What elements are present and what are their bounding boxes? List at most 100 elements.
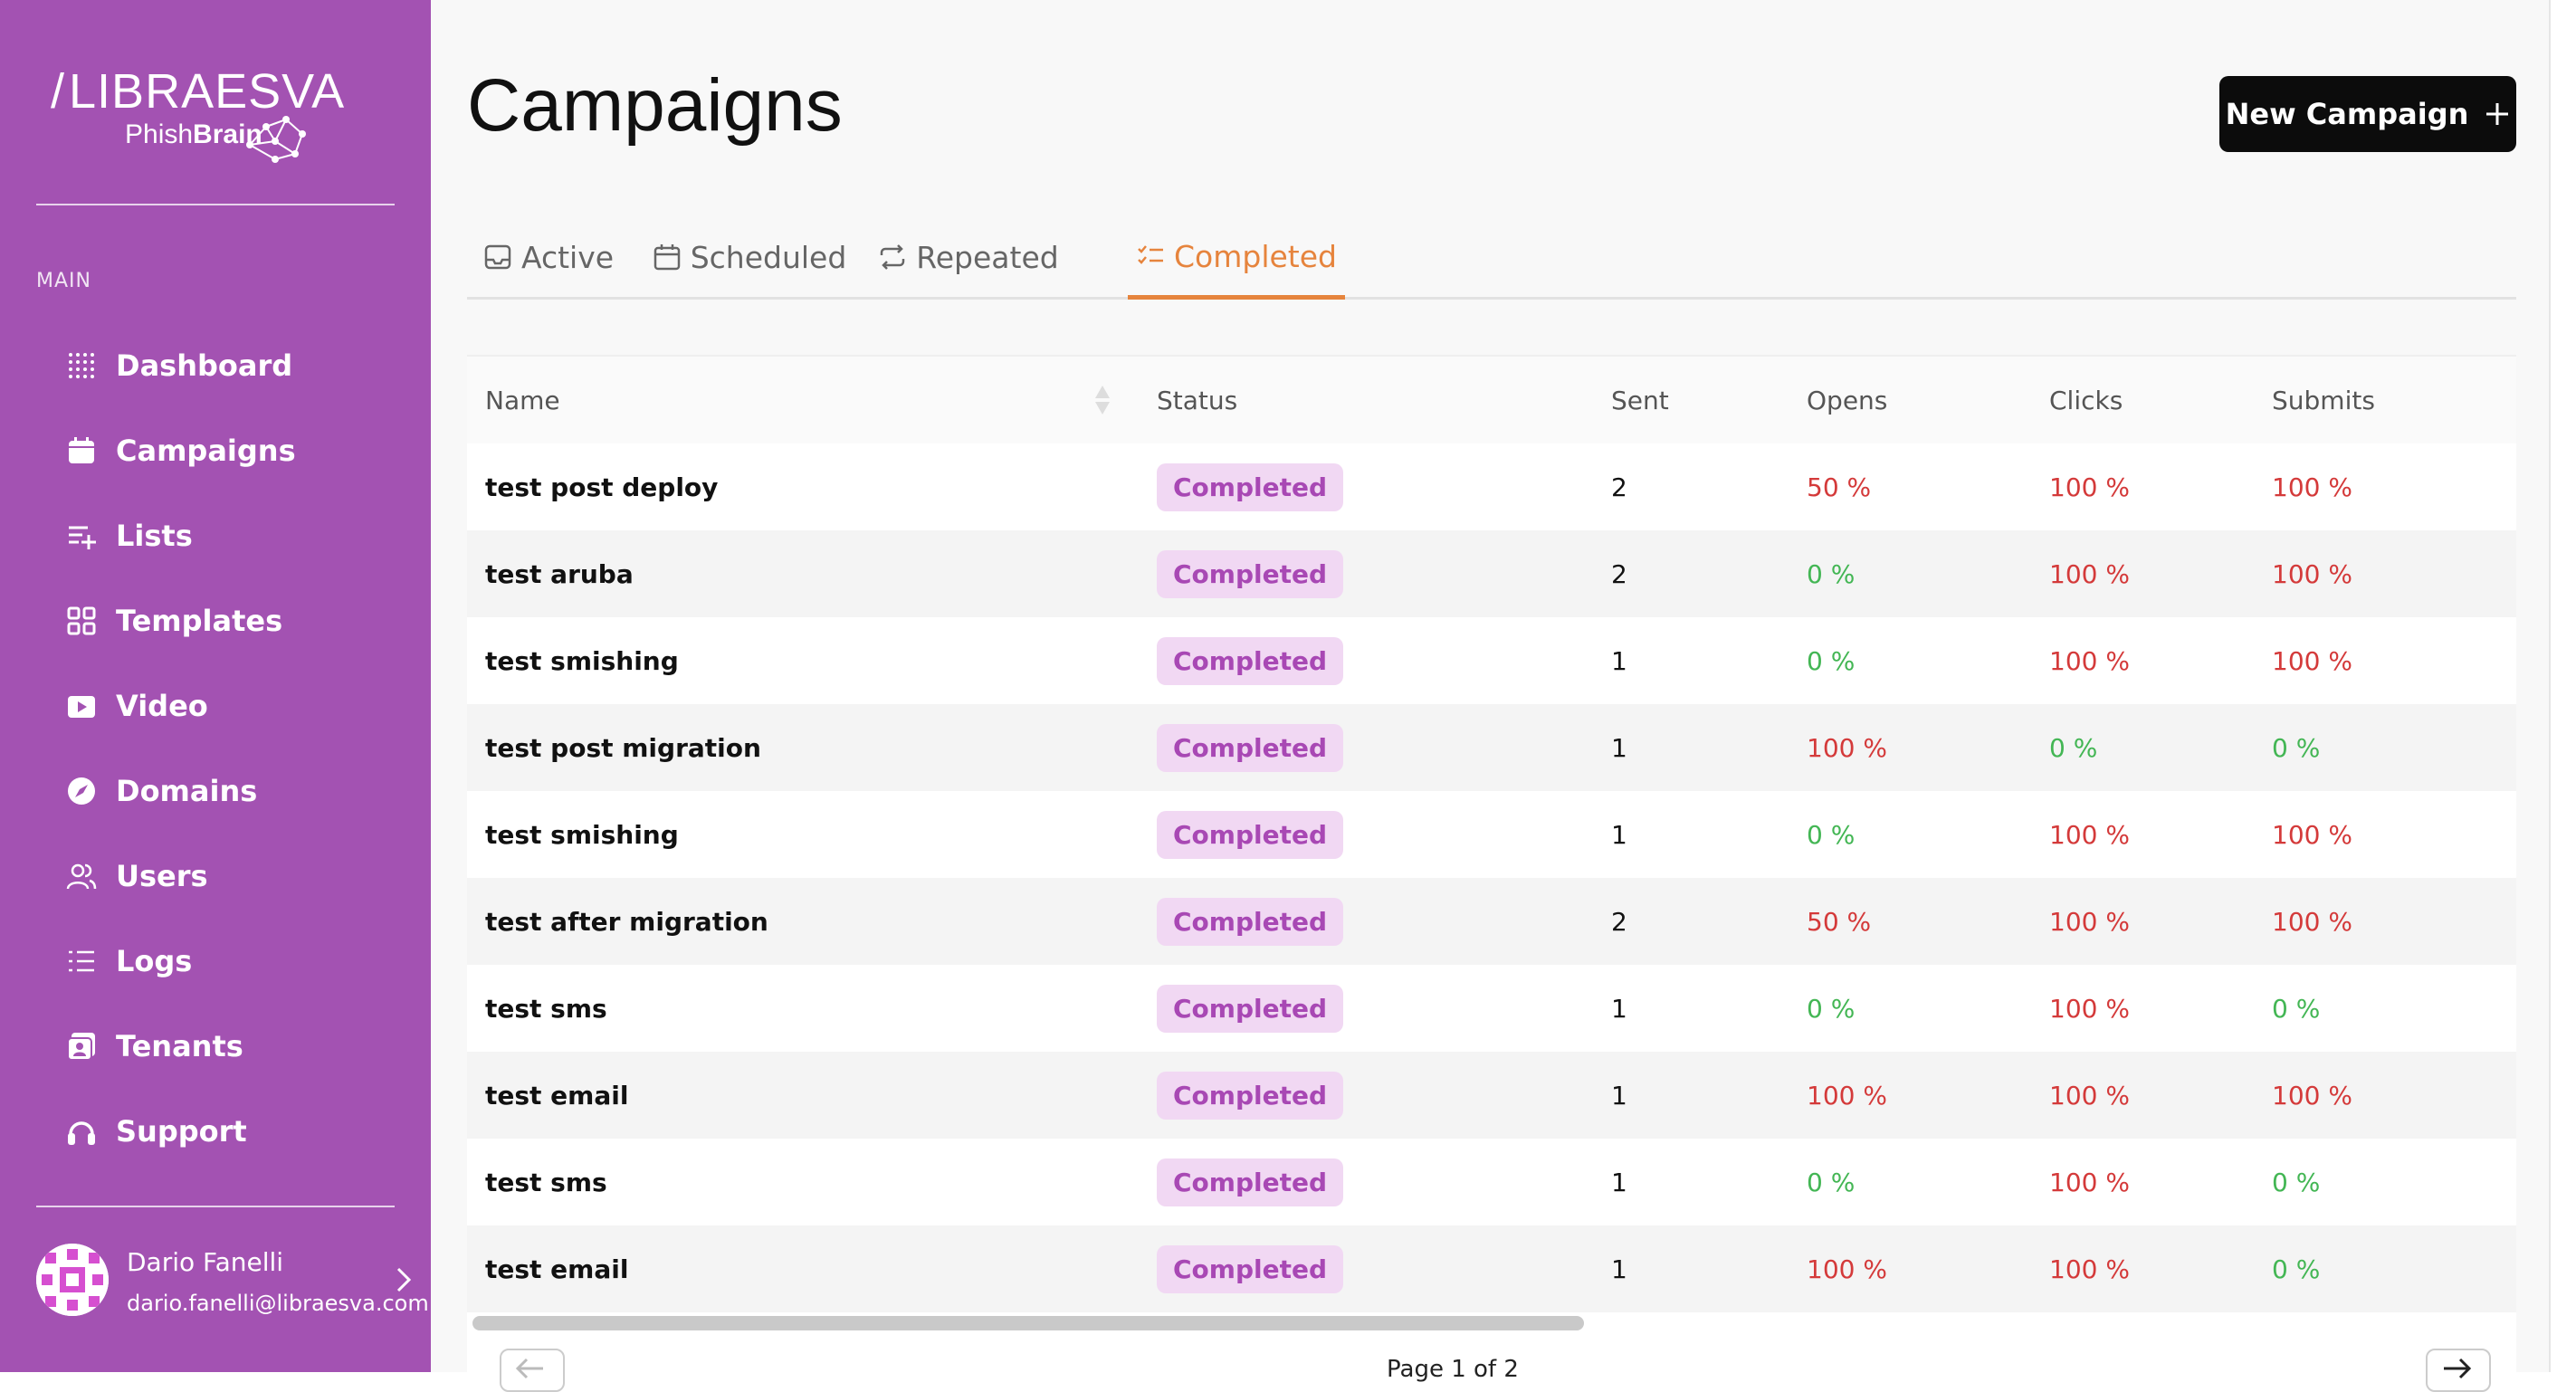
submits-percent: 100 % [2272,1080,2352,1111]
clicks-percent: 100 % [2049,1254,2130,1284]
sidebar-divider-bottom [36,1206,395,1207]
table-row[interactable]: test sms Completed 1 0 % 100 % 0 % [467,965,2516,1052]
table-row[interactable]: test post deploy Completed 2 50 % 100 % … [467,443,2516,530]
window-edge [2549,0,2576,1372]
sidebar-item-label: Logs [116,944,193,978]
list-add-icon [63,518,100,554]
sidebar-item-label: Dashboard [116,348,293,383]
sidebar-item-label: Domains [116,774,258,808]
tab-active[interactable]: Active [467,217,630,297]
campaign-name[interactable]: test smishing [485,617,679,704]
column-header-sent: Sent [1611,385,1669,415]
opens-percent: 50 % [1807,906,1872,937]
campaign-name[interactable]: test sms [485,965,607,1052]
table-row[interactable]: test after migration Completed 2 50 % 10… [467,878,2516,965]
previous-page-button[interactable] [500,1349,565,1392]
arrow-right-icon [2444,1358,2472,1379]
horizontal-scrollbar[interactable] [472,1316,1584,1330]
sent-count: 2 [1611,558,1627,589]
sidebar-item-dashboard[interactable]: Dashboard [63,338,407,393]
submits-percent: 100 % [2272,645,2352,676]
sidebar-item-tenants[interactable]: Tenants [63,1019,407,1073]
next-page-button[interactable] [2426,1349,2491,1392]
logo-sub-light: Phish [125,119,194,149]
sent-count: 1 [1611,1254,1627,1284]
status-badge: Completed [1157,549,1344,598]
new-campaign-button[interactable]: New Campaign [2219,76,2516,152]
arrow-left-icon [515,1358,543,1379]
logo-brand-text: LIBRAESVA [69,64,346,119]
table-row[interactable]: test smishing Completed 1 0 % 100 % 100 … [467,617,2516,704]
inbox-icon [483,243,512,272]
submits-percent: 100 % [2272,472,2352,502]
clicks-percent: 100 % [2049,645,2130,676]
sidebar-item-domains[interactable]: Domains [63,764,407,818]
sent-count: 1 [1611,732,1627,763]
compass-icon [63,773,100,809]
campaigns-table: Name Status Sent Opens Clicks Submits te… [467,355,2516,1374]
tab-repeated[interactable]: Repeated [871,217,1066,297]
page-indicator: Page 1 of 2 [1387,1356,1519,1383]
campaign-name[interactable]: test post migration [485,704,761,791]
campaign-name[interactable]: test email [485,1225,628,1312]
column-header-opens: Opens [1807,385,1888,415]
table-row[interactable]: test sms Completed 1 0 % 100 % 0 % [467,1139,2516,1225]
campaign-name[interactable]: test post deploy [485,443,718,530]
campaign-name[interactable]: test aruba [485,530,634,617]
checklist-icon [1136,242,1165,271]
sent-count: 1 [1611,645,1627,676]
table-row[interactable]: test email Completed 1 100 % 100 % 0 % [467,1225,2516,1312]
grid-icon [63,603,100,639]
sidebar-item-label: Tenants [116,1029,243,1063]
sidebar: /LIBRAESVA PhishBrain MAIN Dashboard Cam… [0,0,431,1372]
sidebar-item-video[interactable]: Video [63,679,407,733]
campaign-name[interactable]: test after migration [485,878,768,965]
avatar [36,1244,109,1316]
tab-completed[interactable]: Completed [1128,217,1345,300]
pagination: Page 1 of 2 [467,1345,2516,1392]
opens-percent: 0 % [1807,819,1856,850]
libraesva-logo[interactable]: /LIBRAESVA PhishBrain [51,63,344,163]
users-icon [63,858,100,894]
sidebar-item-logs[interactable]: Logs [63,934,407,988]
user-email: dario.fanelli@libraesva.com [127,1291,429,1316]
sidebar-item-campaigns[interactable]: Campaigns [63,424,407,478]
table-row[interactable]: test aruba Completed 2 0 % 100 % 100 % [467,530,2516,617]
page-title: Campaigns [467,64,843,147]
tab-label: Scheduled [690,239,847,275]
column-header-name[interactable]: Name [485,357,560,443]
sidebar-item-users[interactable]: Users [63,849,407,903]
status-badge: Completed [1157,1244,1344,1293]
table-row[interactable]: test post migration Completed 1 100 % 0 … [467,704,2516,791]
submits-percent: 0 % [2272,732,2321,763]
campaign-tabs: Active Scheduled Repeated Completed [467,217,2516,300]
sidebar-item-label: Campaigns [116,434,296,468]
submits-percent: 100 % [2272,906,2352,937]
status-badge: Completed [1157,897,1344,946]
sidebar-item-label: Video [116,689,208,723]
main-content: Campaigns New Campaign Active Scheduled … [431,0,2549,1392]
table-row[interactable]: test email Completed 1 100 % 100 % 100 % [467,1052,2516,1139]
submits-percent: 100 % [2272,819,2352,850]
tab-scheduled[interactable]: Scheduled [654,217,846,297]
campaign-name[interactable]: test email [485,1052,628,1139]
sent-count: 1 [1611,1080,1627,1111]
sidebar-item-support[interactable]: Support [63,1104,407,1158]
sort-icon[interactable] [1093,384,1111,416]
tab-label: Repeated [916,239,1059,275]
opens-percent: 0 % [1807,1167,1856,1197]
calendar-icon [63,433,100,469]
table-row[interactable]: test smishing Completed 1 0 % 100 % 100 … [467,791,2516,878]
sidebar-item-lists[interactable]: Lists [63,509,407,563]
clicks-percent: 0 % [2049,732,2098,763]
sidebar-item-templates[interactable]: Templates [63,594,407,648]
campaign-name[interactable]: test sms [485,1139,607,1225]
sent-count: 1 [1611,819,1627,850]
user-menu[interactable]: Dario Fanelli dario.fanelli@libraesva.co… [36,1240,429,1330]
opens-percent: 50 % [1807,472,1872,502]
sent-count: 1 [1611,1167,1627,1197]
column-header-clicks: Clicks [2049,385,2123,415]
status-badge: Completed [1157,723,1344,772]
campaign-name[interactable]: test smishing [485,791,679,878]
chevron-right-icon [396,1267,412,1292]
